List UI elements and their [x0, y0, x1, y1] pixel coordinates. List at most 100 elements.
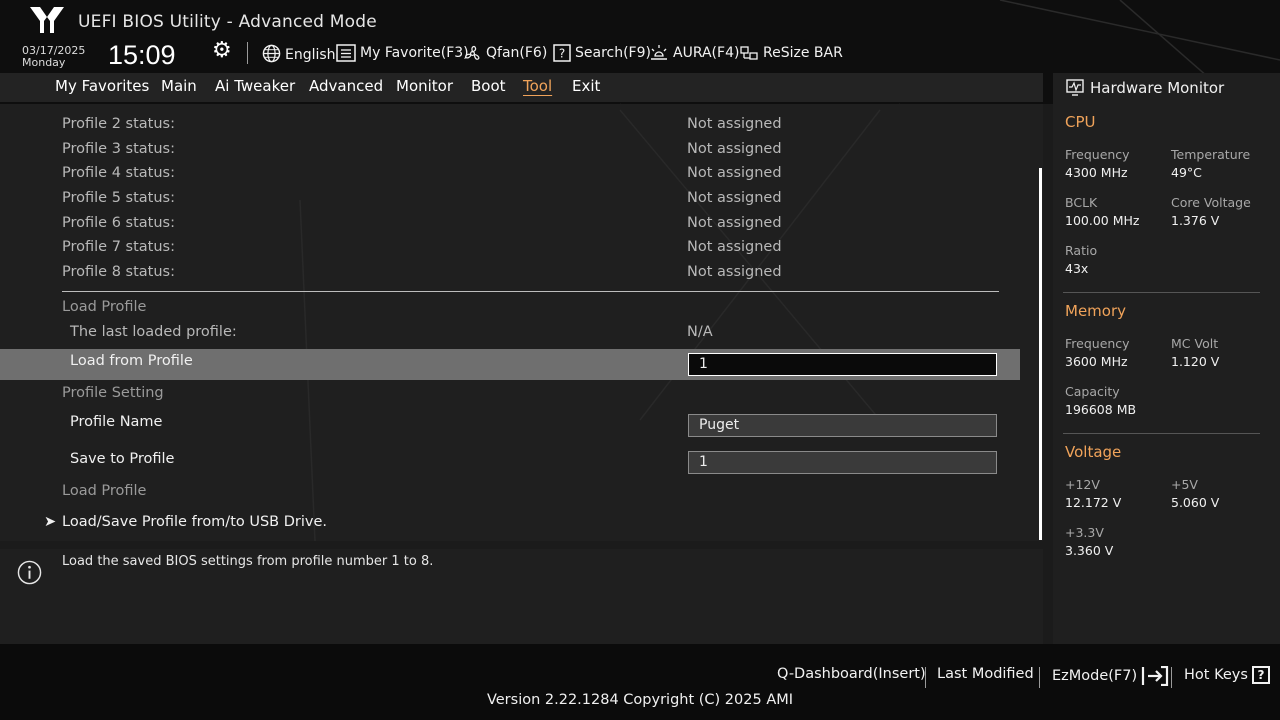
resize-bar-label: ReSize BAR	[763, 45, 843, 61]
profile-3-value: Not assigned	[687, 141, 782, 157]
tab-main[interactable]: Main	[161, 77, 197, 95]
profile-4-label: Profile 4 status:	[62, 165, 175, 181]
load-profile-heading: Load Profile	[62, 299, 147, 315]
profile-6-label: Profile 6 status:	[62, 215, 175, 231]
v5-value: 5.060 V	[1171, 495, 1220, 510]
v5-label: +5V	[1171, 477, 1198, 492]
profile-8-value: Not assigned	[687, 264, 782, 280]
mc-volt-value: 1.120 V	[1171, 354, 1220, 369]
usb-profile-link[interactable]: ➤ Load/Save Profile from/to USB Drive.	[44, 514, 327, 530]
last-loaded-profile-value: N/A	[687, 324, 713, 340]
tab-exit[interactable]: Exit	[572, 77, 600, 95]
profile-5-value: Not assigned	[687, 190, 782, 206]
last-modified-label: Last Modified	[937, 666, 1034, 682]
search-help-icon: ?	[553, 44, 571, 62]
question-icon: ?	[1251, 666, 1270, 684]
core-voltage-value: 1.376 V	[1171, 213, 1220, 228]
save-to-profile-label: Save to Profile	[70, 451, 175, 467]
favorite-list-icon	[336, 44, 356, 62]
resize-bar-button[interactable]: ReSize BAR	[739, 42, 843, 64]
version-text: Version 2.22.1284 Copyright (C) 2025 AMI	[486, 692, 794, 708]
gear-icon[interactable]: ⚙	[212, 38, 232, 63]
capacity-label: Capacity	[1065, 384, 1120, 399]
hot-keys-label: Hot Keys	[1184, 667, 1248, 683]
resize-bar-icon	[740, 46, 758, 60]
profile-2-label: Profile 2 status:	[62, 116, 175, 132]
mc-volt-label: MC Volt	[1171, 336, 1219, 351]
toolbar-divider	[247, 42, 248, 64]
hw-separator	[1063, 292, 1260, 293]
tab-advanced[interactable]: Advanced	[309, 77, 383, 95]
language-label: English	[285, 47, 336, 63]
memory-frequency-label: Frequency	[1065, 336, 1130, 351]
cpu-frequency-label: Frequency	[1065, 147, 1130, 162]
search-label: Search(F9)	[575, 45, 651, 61]
help-text: Load the saved BIOS settings from profil…	[62, 554, 434, 569]
profile-8-label: Profile 8 status:	[62, 264, 175, 280]
aura-button[interactable]: AURA(F4)	[649, 42, 739, 64]
cpu-frequency-value: 4300 MHz	[1065, 165, 1128, 180]
ezmode-button[interactable]: EzMode(F7)	[1052, 666, 1169, 686]
clock[interactable]: 15:09	[108, 40, 176, 71]
footer-divider	[1039, 667, 1040, 688]
last-modified-button[interactable]: Last Modified	[937, 666, 1034, 682]
qfan-button[interactable]: Qfan(F6)	[463, 42, 547, 64]
memory-heading: Memory	[1065, 302, 1127, 320]
svg-text:?: ?	[559, 47, 565, 61]
tab-boot[interactable]: Boot	[471, 77, 506, 95]
profile-3-label: Profile 3 status:	[62, 141, 175, 157]
submenu-arrow-icon: ➤	[44, 514, 57, 530]
profile-7-label: Profile 7 status:	[62, 239, 175, 255]
search-button[interactable]: ? Search(F9)	[553, 42, 651, 64]
hardware-monitor-title: Hardware Monitor	[1090, 79, 1225, 97]
core-voltage-label: Core Voltage	[1171, 195, 1251, 210]
profile-name-input[interactable]: Puget	[688, 414, 997, 437]
profile-4-value: Not assigned	[687, 165, 782, 181]
v12-label: +12V	[1065, 477, 1100, 492]
profile-5-label: Profile 5 status:	[62, 190, 175, 206]
hardware-monitor-icon	[1066, 79, 1084, 96]
voltage-heading: Voltage	[1065, 443, 1122, 461]
tab-strip	[0, 73, 1043, 102]
bclk-label: BCLK	[1065, 195, 1098, 210]
profile-7-value: Not assigned	[687, 239, 782, 255]
info-icon	[17, 560, 42, 585]
tab-my-favorites[interactable]: My Favorites	[55, 77, 149, 95]
my-favorite-button[interactable]: My Favorite(F3)	[336, 42, 469, 64]
usb-profile-label: Load/Save Profile from/to USB Drive.	[62, 514, 328, 530]
bclk-value: 100.00 MHz	[1065, 213, 1140, 228]
footer-divider	[1171, 667, 1172, 688]
cpu-heading: CPU	[1065, 113, 1096, 131]
v33-label: +3.3V	[1065, 525, 1104, 540]
qfan-label: Qfan(F6)	[486, 45, 548, 61]
hw-separator	[1063, 433, 1260, 434]
my-favorite-label: My Favorite(F3)	[360, 45, 469, 61]
tab-ai-tweaker[interactable]: Ai Tweaker	[215, 77, 295, 95]
load-from-profile-label: Load from Profile	[70, 353, 193, 369]
last-loaded-profile-label: The last loaded profile:	[70, 324, 237, 340]
profile-setting-heading: Profile Setting	[62, 385, 164, 401]
section-divider	[62, 291, 999, 292]
profile-6-value: Not assigned	[687, 215, 782, 231]
date-display: 03/17/2025 Monday	[22, 45, 85, 69]
v33-value: 3.360 V	[1065, 543, 1114, 558]
exit-arrow-icon	[1142, 666, 1169, 686]
hot-keys-button[interactable]: Hot Keys ?	[1184, 666, 1270, 684]
q-dashboard-button[interactable]: Q-Dashboard(Insert)	[777, 666, 926, 682]
scrollbar[interactable]	[1039, 168, 1042, 540]
save-to-profile-input[interactable]: 1	[688, 451, 997, 474]
profile-name-label: Profile Name	[70, 414, 163, 430]
tuf-logo-icon	[30, 7, 64, 33]
aura-light-icon	[651, 45, 667, 60]
capacity-value: 196608 MB	[1065, 402, 1137, 417]
tab-tool[interactable]: Tool	[523, 77, 552, 95]
ratio-label: Ratio	[1065, 243, 1098, 258]
memory-frequency-value: 3600 MHz	[1065, 354, 1128, 369]
language-button[interactable]: English	[262, 42, 336, 64]
footer-divider	[925, 667, 926, 688]
tab-monitor[interactable]: Monitor	[396, 77, 453, 95]
q-dashboard-label: Q-Dashboard(Insert)	[777, 666, 926, 682]
load-from-profile-input[interactable]: 1	[688, 353, 997, 376]
app-title: UEFI BIOS Utility - Advanced Mode	[78, 12, 377, 32]
day-text: Monday	[22, 56, 66, 69]
